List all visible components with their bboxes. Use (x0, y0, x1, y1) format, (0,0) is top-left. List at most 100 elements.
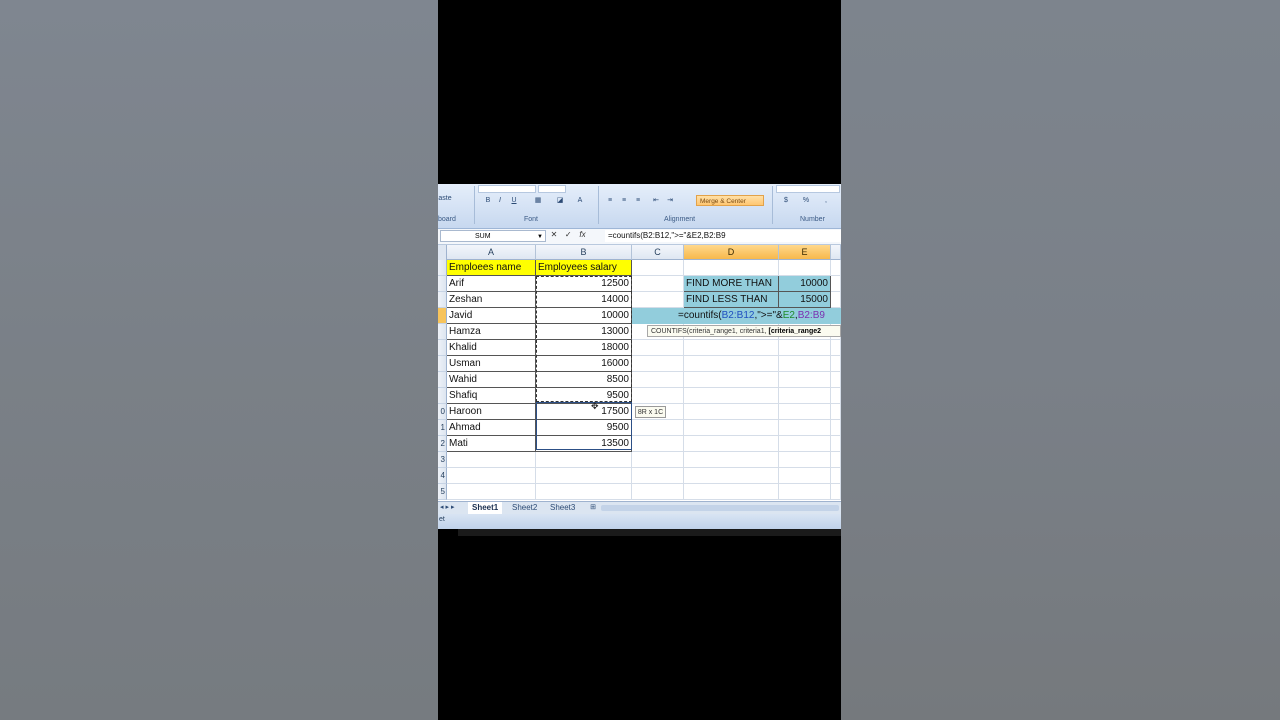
salary-cell[interactable]: 13000 (536, 324, 632, 340)
empty-cell[interactable] (779, 468, 831, 484)
row-header[interactable]: 4 (438, 468, 447, 484)
empty-cell[interactable] (779, 420, 831, 436)
salary-cell[interactable]: 16000 (536, 356, 632, 372)
column-header-d[interactable]: D (684, 245, 779, 260)
row-header[interactable] (438, 308, 447, 324)
empty-cell[interactable] (632, 452, 684, 468)
name-cell[interactable]: Ahmad (447, 420, 536, 436)
name-cell[interactable]: Arif (447, 276, 536, 292)
empty-cell[interactable] (831, 484, 841, 500)
borders-icon[interactable]: ▦ (532, 196, 544, 206)
row-header[interactable] (438, 340, 447, 356)
empty-cell[interactable] (831, 468, 841, 484)
criteria-less-label[interactable]: FIND LESS THAN (684, 292, 779, 308)
empty-cell[interactable] (779, 356, 831, 372)
empty-cell[interactable] (831, 372, 841, 388)
criteria-less-value[interactable]: 15000 (779, 292, 831, 308)
row-header[interactable] (438, 324, 447, 340)
font-name-box[interactable] (478, 185, 536, 193)
row-header[interactable] (438, 356, 447, 372)
name-cell[interactable]: Haroon (447, 404, 536, 420)
empty-cell[interactable] (684, 420, 779, 436)
row-header[interactable]: 5 (438, 484, 447, 500)
align-right-icon[interactable]: ≡ (632, 196, 644, 206)
criteria-more-label[interactable]: FIND MORE THAN (684, 276, 779, 292)
align-left-icon[interactable]: ≡ (604, 196, 616, 206)
empty-cell[interactable] (632, 292, 684, 308)
empty-cell[interactable] (779, 452, 831, 468)
name-cell[interactable]: Zeshan (447, 292, 536, 308)
row-header[interactable]: 3 (438, 452, 447, 468)
empty-cell[interactable] (684, 372, 779, 388)
cancel-icon[interactable]: ✕ (548, 230, 560, 239)
row-header[interactable] (438, 388, 447, 404)
enter-icon[interactable]: ✓ (562, 230, 574, 239)
name-cell[interactable]: Mati (447, 436, 536, 452)
name-cell[interactable]: Wahid (447, 372, 536, 388)
empty-cell[interactable] (831, 340, 841, 356)
salary-cell[interactable]: 12500 (536, 276, 632, 292)
horizontal-scrollbar[interactable] (601, 505, 839, 511)
name-box[interactable]: SUM ▼ (440, 230, 546, 242)
empty-cell[interactable] (779, 404, 831, 420)
name-cell[interactable]: Shafiq (447, 388, 536, 404)
column-header-f[interactable] (831, 245, 841, 260)
merge-center-button[interactable]: Merge & Center (696, 195, 764, 206)
empty-cell[interactable] (684, 260, 779, 276)
empty-cell[interactable] (831, 452, 841, 468)
column-header-b[interactable]: B (536, 245, 632, 260)
empty-cell[interactable] (684, 340, 779, 356)
empty-cell[interactable] (632, 436, 684, 452)
empty-cell[interactable] (536, 484, 632, 500)
empty-cell[interactable] (684, 468, 779, 484)
salary-cell[interactable]: 13500 (536, 436, 632, 452)
empty-cell[interactable] (632, 372, 684, 388)
tab-sheet1[interactable]: Sheet1 (468, 502, 503, 514)
name-cell[interactable]: Usman (447, 356, 536, 372)
italic-button[interactable]: I (494, 196, 506, 206)
row-header[interactable]: 0 (438, 404, 447, 420)
empty-cell[interactable] (831, 292, 841, 308)
empty-cell[interactable] (632, 468, 684, 484)
empty-cell[interactable] (779, 484, 831, 500)
insert-function-icon[interactable]: fx (576, 230, 588, 239)
align-center-icon[interactable]: ≡ (618, 196, 630, 206)
name-cell[interactable]: Javid (447, 308, 536, 324)
column-header-e[interactable]: E (779, 245, 831, 260)
salary-cell[interactable]: 17500 (536, 404, 632, 420)
bold-button[interactable]: B (482, 196, 494, 206)
empty-cell[interactable] (632, 420, 684, 436)
row-header[interactable] (438, 292, 447, 308)
font-color-icon[interactable]: A (574, 196, 586, 206)
empty-cell[interactable] (831, 260, 841, 276)
empty-cell[interactable] (684, 436, 779, 452)
chevron-down-icon[interactable]: ▼ (537, 231, 543, 243)
criteria-more-value[interactable]: 10000 (779, 276, 831, 292)
increase-indent-icon[interactable]: ⇥ (664, 196, 676, 206)
column-header-c[interactable]: C (632, 245, 684, 260)
salary-cell[interactable]: 14000 (536, 292, 632, 308)
currency-button[interactable]: $ (780, 196, 792, 206)
empty-cell[interactable] (684, 404, 779, 420)
empty-cell[interactable] (632, 340, 684, 356)
row-header[interactable] (438, 372, 447, 388)
empty-cell[interactable] (684, 388, 779, 404)
empty-cell[interactable] (684, 356, 779, 372)
empty-cell[interactable] (831, 436, 841, 452)
empty-cell[interactable] (779, 388, 831, 404)
empty-cell[interactable] (684, 484, 779, 500)
empty-cell[interactable] (779, 436, 831, 452)
empty-cell[interactable] (684, 452, 779, 468)
sheet-nav-icon[interactable]: ◂▸▸ (440, 502, 457, 514)
empty-cell[interactable] (632, 388, 684, 404)
empty-cell[interactable] (632, 484, 684, 500)
insert-sheet-icon[interactable]: ⊞ (588, 503, 598, 512)
select-all-corner[interactable] (438, 245, 447, 260)
empty-cell[interactable] (831, 356, 841, 372)
salary-cell[interactable]: 8500 (536, 372, 632, 388)
empty-cell[interactable] (536, 468, 632, 484)
empty-cell[interactable] (447, 484, 536, 500)
salary-cell[interactable]: 9500 (536, 388, 632, 404)
empty-cell[interactable] (632, 260, 684, 276)
empty-cell[interactable] (632, 276, 684, 292)
